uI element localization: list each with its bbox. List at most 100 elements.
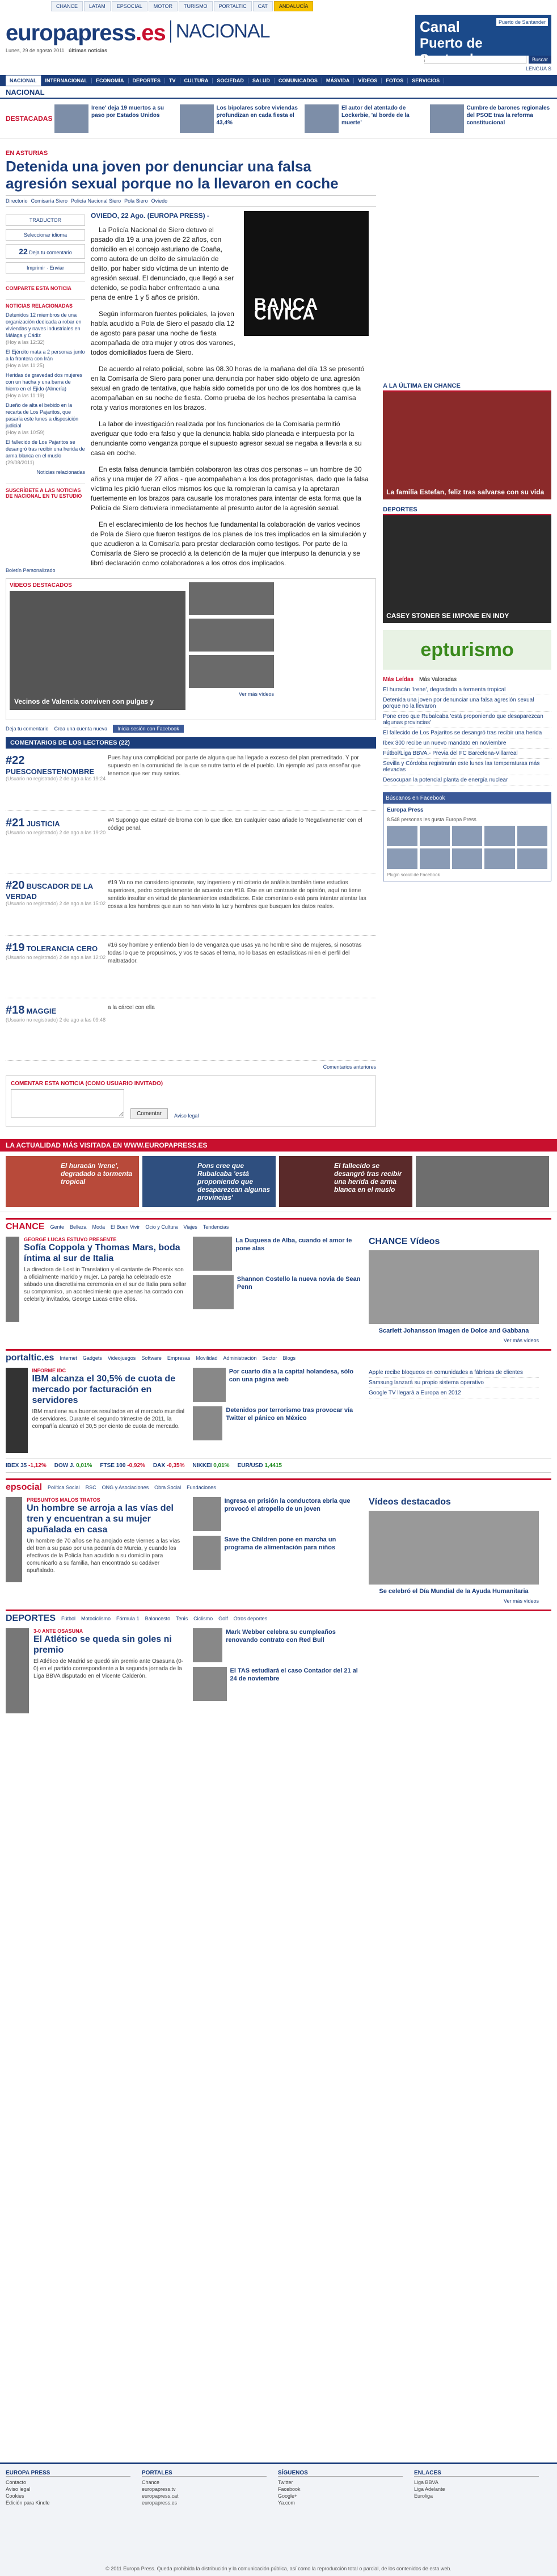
nav-item[interactable]: SERVICIOS [408, 78, 445, 83]
nav-item[interactable]: COMUNICADOS [275, 78, 322, 83]
portal-story[interactable]: La Duquesa de Alba, cuando el amor te po… [193, 1237, 363, 1271]
portal-main-story[interactable]: 3-0 ANTE OSASUNA El Atlético se queda sin… [6, 1628, 187, 1713]
video-player[interactable]: Se celebró el Día Mundial de la Ayuda Hu… [369, 1511, 539, 1595]
related-item[interactable]: Heridas de gravedad dos mujeres con un h… [6, 372, 85, 399]
portal-name[interactable]: epsocial [6, 1482, 42, 1493]
more-videos-link[interactable]: Ver más vídeos [369, 1338, 539, 1343]
video-thumb[interactable] [189, 582, 274, 615]
create-account-link[interactable]: Crea una cuenta nueva [54, 726, 108, 732]
portal-story[interactable]: Shannon Costello la nueva novia de Sean … [193, 1275, 363, 1309]
related-item[interactable]: El fallecido de Los Pajaritos se desangr… [6, 439, 85, 466]
leave-comment-link[interactable]: Deja tu comentario [6, 726, 49, 732]
toplink[interactable]: CHANCE [51, 1, 83, 11]
toplink[interactable]: PORTALTIC [213, 1, 252, 11]
nav-item[interactable]: VÍDEOS [354, 78, 382, 83]
language-select[interactable]: Seleccionar idioma [6, 229, 85, 241]
comment-textarea[interactable] [11, 1089, 124, 1117]
site-logo[interactable]: europapress.es [6, 20, 166, 46]
video-player[interactable]: Scarlett Johansson imagen de Dolce and G… [369, 1250, 539, 1334]
previous-comments-link[interactable]: Comentarios anteriores [6, 1064, 377, 1070]
toplink[interactable]: EPSOCIAL [111, 1, 147, 11]
nav-item[interactable]: MÁSVIDA [322, 78, 355, 83]
epturismo-block[interactable]: epturismo [383, 630, 551, 670]
list-item[interactable]: El huracán 'Irene', degradado a tormenta… [383, 685, 551, 695]
actualidad-item[interactable]: El huracán 'Irene', degradado a tormenta… [6, 1156, 139, 1207]
destacada-item[interactable]: Cumbre de barones regionales del PSOE tr… [429, 104, 552, 133]
portal-story[interactable]: El TAS estudiará el caso Contador del 21… [193, 1667, 363, 1701]
toplink[interactable]: TURISMO [179, 1, 213, 11]
list-item[interactable]: Fútbol/Liga BBVA.- Previa del FC Barcelo… [383, 749, 551, 759]
related-item[interactable]: Dueño de alta el bebido en la recarta de… [6, 402, 85, 436]
portal-main-story[interactable]: INFORME IDC IBM alcanza el 30,5% de cuota… [6, 1368, 187, 1453]
list-item[interactable]: Google TV llegará a Europa en 2012 [369, 1388, 539, 1398]
portal-name[interactable]: portaltic.es [6, 1353, 54, 1363]
toplink[interactable]: CAT [252, 1, 273, 11]
toplink[interactable]: MOTOR [148, 1, 178, 11]
tag-link[interactable]: Comisaría Siero [31, 198, 68, 204]
destacada-item[interactable]: Irene' deja 19 muertos a su paso por Est… [54, 104, 176, 133]
video-thumb[interactable] [189, 619, 274, 652]
more-videos-link[interactable]: Ver más vídeos [369, 1598, 539, 1604]
facebook-page-name[interactable]: Europa Press [383, 804, 551, 817]
list-item[interactable]: Ibex 300 recibe un nuevo mandato en novi… [383, 738, 551, 749]
tab-mas-valoradas[interactable]: Más Valoradas [419, 676, 457, 683]
ticker-item[interactable]: FTSE 100 -0,92% [100, 1463, 145, 1469]
facebook-login-button[interactable]: Inicia sesión con Facebook [113, 725, 184, 733]
nav-item[interactable]: TV [165, 78, 180, 83]
subscribe-label[interactable]: SUSCRÍBETE A LAS NOTICIAS DE NACIONAL EN… [6, 484, 85, 499]
chance-image[interactable]: La familia Estefan, feliz tras salvarse … [383, 392, 551, 499]
video-player[interactable]: Vecinos de Valencia conviven con pulgas … [10, 591, 185, 710]
related-item[interactable]: El Ejército mata a 2 personas junto a la… [6, 348, 85, 369]
portal-story[interactable]: Mark Webber celebra su cumpleaños renova… [193, 1628, 363, 1662]
actualidad-item[interactable]: Pons cree que Rubalcaba 'está proponiend… [142, 1156, 276, 1207]
video-thumb[interactable] [189, 655, 274, 688]
tab-mas-leidas[interactable]: Más Leídas [383, 676, 413, 683]
comment-submit-button[interactable]: Comentar [130, 1108, 168, 1119]
ad-banner[interactable]: BANCA CÍVICA [244, 211, 369, 336]
ticker-item[interactable]: DAX -0,35% [153, 1463, 185, 1469]
list-item[interactable]: Detenida una joven por denunciar una fal… [383, 695, 551, 712]
related-more-link[interactable]: Noticias relacionadas [6, 469, 85, 476]
bulletin-link[interactable]: Boletín Personalizado [6, 567, 85, 574]
destacada-item[interactable]: Los bipolares sobre viviendas profundiza… [179, 104, 302, 133]
nav-item[interactable]: ECONOMÍA [92, 78, 129, 83]
related-item[interactable]: Detenidos 12 miembros de una organizació… [6, 312, 85, 346]
epturismo-logo[interactable]: epturismo [383, 630, 551, 670]
tag-link[interactable]: Pola Siero [124, 198, 148, 204]
destacada-item[interactable]: El autor del atentado de Lockerbie, 'al … [305, 104, 427, 133]
nav-item[interactable]: INTERNACIONAL [41, 78, 92, 83]
legal-link[interactable]: Aviso legal [174, 1113, 199, 1119]
list-item[interactable]: Sevilla y Córdoba registrarán este lunes… [383, 759, 551, 775]
toplink[interactable]: ANDALUCÍA [273, 1, 314, 11]
comment-count-box[interactable]: 22 Deja tu comentario [6, 244, 85, 259]
ticker-item[interactable]: IBEX 35 -1,12% [6, 1463, 47, 1469]
nav-item[interactable]: DEPORTES [129, 78, 166, 83]
list-item[interactable]: Samsung lanzará su propio sistema operat… [369, 1378, 539, 1388]
nav-item[interactable]: CULTURA [180, 78, 213, 83]
tag-link[interactable]: Policía Nacional Siero [71, 198, 121, 204]
ticker-item[interactable]: NIKKEI 0,01% [193, 1463, 230, 1469]
nav-item[interactable]: NACIONAL [6, 75, 41, 86]
portal-name[interactable]: CHANCE [6, 1222, 44, 1232]
portal-story[interactable]: Por cuarto día a la capital holandesa, s… [193, 1368, 363, 1402]
more-videos-link[interactable]: Ver más vídeos [189, 691, 274, 697]
list-item[interactable]: El fallecido de Los Pajaritos se desangr… [383, 728, 551, 738]
toplink[interactable]: LATAM [84, 1, 111, 11]
deportes-image[interactable]: CASEY STONER SE IMPONE EN INDY [383, 515, 551, 623]
portal-story[interactable]: Ingresa en prisión la conductora ebria q… [193, 1497, 363, 1531]
nav-item[interactable]: SOCIEDAD [213, 78, 248, 83]
portal-story[interactable]: Detenidos por terrorismo tras provocar v… [193, 1406, 363, 1440]
tag-link[interactable]: Directorio [6, 198, 28, 204]
list-item[interactable]: Desocupan la potencial planta de energía… [383, 775, 551, 785]
actualidad-item[interactable]: El fallecido se desangró tras recibir un… [279, 1156, 412, 1207]
nav-item[interactable]: SALUD [248, 78, 275, 83]
nav-item[interactable]: FOTOS [382, 78, 408, 83]
portal-name[interactable]: DEPORTES [6, 1613, 56, 1624]
canal-banner[interactable]: Canal Puerto de Santander Puerto de Sant… [415, 15, 551, 67]
print-send[interactable]: Imprimir · Enviar [6, 262, 85, 274]
portal-main-story[interactable]: PRESUNTOS MALOS TRATOS Un hombre se arroj… [6, 1497, 187, 1604]
list-item[interactable]: Apple recibe bloqueos en comunidades a f… [369, 1368, 539, 1378]
ticker-item[interactable]: EUR/USD 1,4415 [238, 1463, 282, 1469]
portal-main-story[interactable]: GEORGE LUCAS ESTUVO PRESENTE Sofía Coppol… [6, 1237, 187, 1343]
ticker-item[interactable]: DOW J. 0,01% [54, 1463, 92, 1469]
